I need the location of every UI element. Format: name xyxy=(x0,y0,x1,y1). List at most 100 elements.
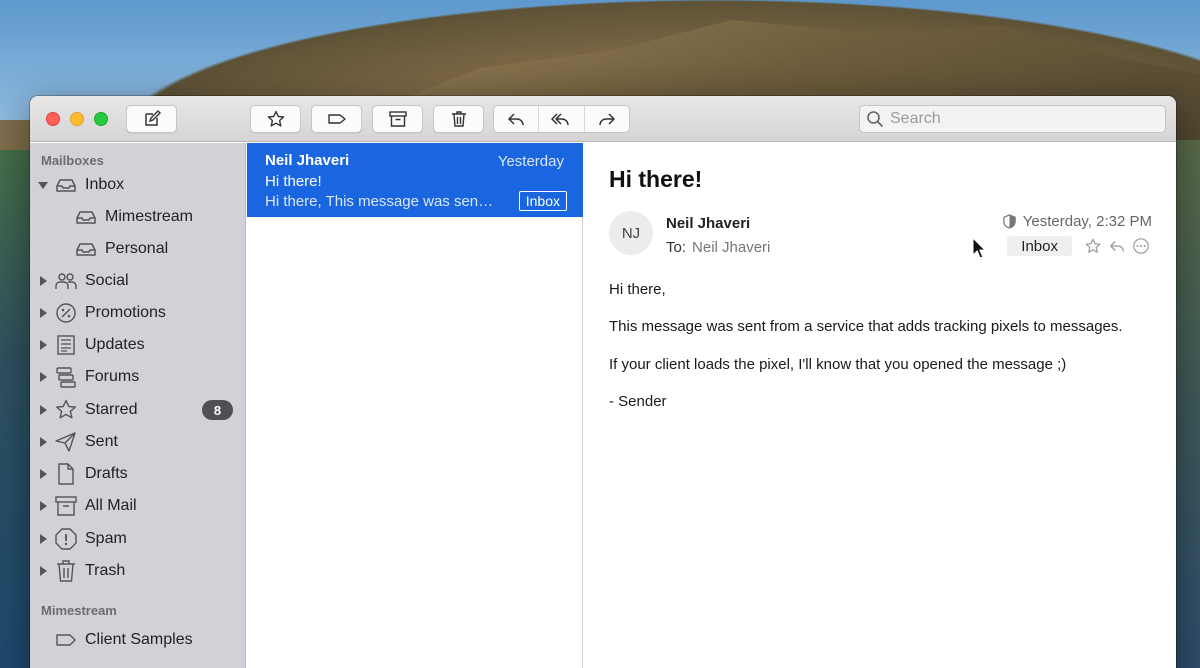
compose-button[interactable] xyxy=(126,105,177,133)
people-icon xyxy=(54,269,78,293)
sidebar-item-forums[interactable]: Forums xyxy=(30,362,246,392)
recipient-name[interactable]: Neil Jhaveri xyxy=(692,239,770,256)
zoom-window-button[interactable] xyxy=(94,112,108,126)
label-button[interactable] xyxy=(311,105,362,133)
star-icon xyxy=(54,398,78,422)
disclosure-right-icon[interactable] xyxy=(38,534,48,544)
message-body-line: Hi there, xyxy=(609,281,666,298)
sidebar-item-label: Starred xyxy=(85,401,138,418)
disclosure-right-icon[interactable] xyxy=(38,372,48,382)
sidebar-item-starred[interactable]: Starred 8 xyxy=(30,395,246,425)
disclosure-right-icon[interactable] xyxy=(38,276,48,286)
reply-all-button[interactable] xyxy=(539,106,585,132)
paperplane-icon xyxy=(54,430,78,454)
trash-icon xyxy=(451,111,466,127)
sidebar-item-trash[interactable]: Trash xyxy=(30,556,246,586)
message-body-line: - Sender xyxy=(609,393,667,410)
sender-name[interactable]: Neil Jhaveri xyxy=(666,215,750,232)
message-label-chip[interactable]: Inbox xyxy=(518,191,567,211)
sidebar-item-label: Social xyxy=(85,272,129,289)
sidebar-item-label: Mimestream xyxy=(105,208,194,225)
disclosure-right-icon[interactable] xyxy=(38,340,48,350)
label-tag-icon xyxy=(54,628,78,652)
sidebar-item-updates[interactable]: Updates xyxy=(30,330,246,360)
sidebar-item-mimestream[interactable]: Mimestream xyxy=(30,202,246,232)
trash-button[interactable] xyxy=(433,105,484,133)
forums-icon xyxy=(54,365,78,389)
star-message-button[interactable] xyxy=(1082,235,1104,257)
trash-icon xyxy=(54,559,78,583)
ellipsis-circle-icon xyxy=(1133,238,1149,254)
sidebar-item-label: Personal xyxy=(105,240,169,257)
sidebar: Mailboxes Inbox Mimestream Personal Soci… xyxy=(30,143,246,668)
sidebar-item-label: Promotions xyxy=(85,304,166,321)
disclosure-right-icon[interactable] xyxy=(38,501,48,511)
inbox-tray-icon xyxy=(54,173,78,197)
tracking-shield-icon[interactable] xyxy=(1002,214,1017,229)
avatar: NJ xyxy=(609,211,653,255)
archive-button[interactable] xyxy=(372,105,423,133)
disclosure-right-icon[interactable] xyxy=(38,469,48,479)
sidebar-item-label: Sent xyxy=(85,433,118,450)
message-sender: Neil Jhaveri xyxy=(265,152,350,169)
draft-icon xyxy=(54,462,78,486)
sidebar-item-client-samples[interactable]: Client Samples xyxy=(30,625,246,655)
disclosure-right-icon[interactable] xyxy=(38,437,48,447)
more-actions-button[interactable] xyxy=(1130,235,1152,257)
account-labels-heading: Mimestream xyxy=(41,603,117,618)
message-body-line: This message was sent from a service tha… xyxy=(609,318,1123,335)
disclosure-right-icon[interactable] xyxy=(38,308,48,318)
sidebar-item-promotions[interactable]: Promotions xyxy=(30,298,246,328)
sidebar-item-label: Updates xyxy=(85,336,145,353)
reply-message-button[interactable] xyxy=(1106,235,1128,257)
sidebar-item-sent[interactable]: Sent xyxy=(30,427,246,457)
message-list-row-selected[interactable]: Neil Jhaveri Yesterday Hi there! Hi ther… xyxy=(247,143,583,217)
reply-button[interactable] xyxy=(494,106,540,132)
close-window-button[interactable] xyxy=(46,112,60,126)
mouse-pointer-icon xyxy=(972,237,986,259)
mail-window: Mailboxes Inbox Mimestream Personal xyxy=(30,96,1176,668)
message-title: Hi there! xyxy=(609,166,703,192)
search-input[interactable] xyxy=(890,110,1150,128)
search-icon xyxy=(867,111,884,128)
sidebar-item-drafts[interactable]: Drafts xyxy=(30,459,246,489)
disclosure-right-icon[interactable] xyxy=(38,566,48,576)
reply-button-group xyxy=(493,105,630,133)
recipients-line: To: Neil Jhaveri xyxy=(666,239,770,256)
reply-icon xyxy=(508,113,524,126)
reply-icon xyxy=(1110,241,1124,252)
disclosure-right-icon[interactable] xyxy=(38,405,48,415)
sidebar-item-personal[interactable]: Personal xyxy=(30,234,246,264)
sidebar-item-label: Spam xyxy=(85,530,127,547)
sidebar-item-spam[interactable]: Spam xyxy=(30,524,246,554)
tag-icon xyxy=(327,114,346,124)
message-date: Yesterday xyxy=(497,153,564,170)
star-icon xyxy=(267,110,284,127)
star-button[interactable] xyxy=(250,105,301,133)
message-subject: Hi there! xyxy=(265,173,322,190)
spam-icon xyxy=(54,527,78,551)
reply-all-icon xyxy=(551,113,570,126)
mailboxes-heading: Mailboxes xyxy=(41,153,104,168)
sidebar-item-label: Drafts xyxy=(85,465,128,482)
sidebar-item-all-mail[interactable]: All Mail xyxy=(30,491,246,521)
message-label-chip[interactable]: Inbox xyxy=(1007,236,1072,256)
message-list: Neil Jhaveri Yesterday Hi there! Hi ther… xyxy=(247,143,583,668)
archive-icon xyxy=(388,111,407,127)
message-viewer: Hi there! NJ Neil Jhaveri To: Neil Jhaver… xyxy=(584,143,1176,668)
toolbar xyxy=(30,96,1176,142)
sidebar-item-inbox[interactable]: Inbox xyxy=(30,170,246,200)
sidebar-item-label: Inbox xyxy=(85,176,125,193)
search-field[interactable] xyxy=(859,105,1166,133)
to-label: To: xyxy=(666,239,687,256)
newspaper-icon xyxy=(54,333,78,357)
disclosure-down-icon[interactable] xyxy=(38,180,48,190)
sidebar-item-social[interactable]: Social xyxy=(30,266,246,296)
message-actions: Inbox xyxy=(1007,235,1152,257)
message-body-line: If your client loads the pixel, I'll kno… xyxy=(609,356,1067,373)
star-icon xyxy=(1085,238,1101,253)
forward-button[interactable] xyxy=(585,106,629,132)
minimize-window-button[interactable] xyxy=(70,112,84,126)
archivebox-icon xyxy=(54,494,78,518)
sidebar-item-label: All Mail xyxy=(85,497,137,514)
